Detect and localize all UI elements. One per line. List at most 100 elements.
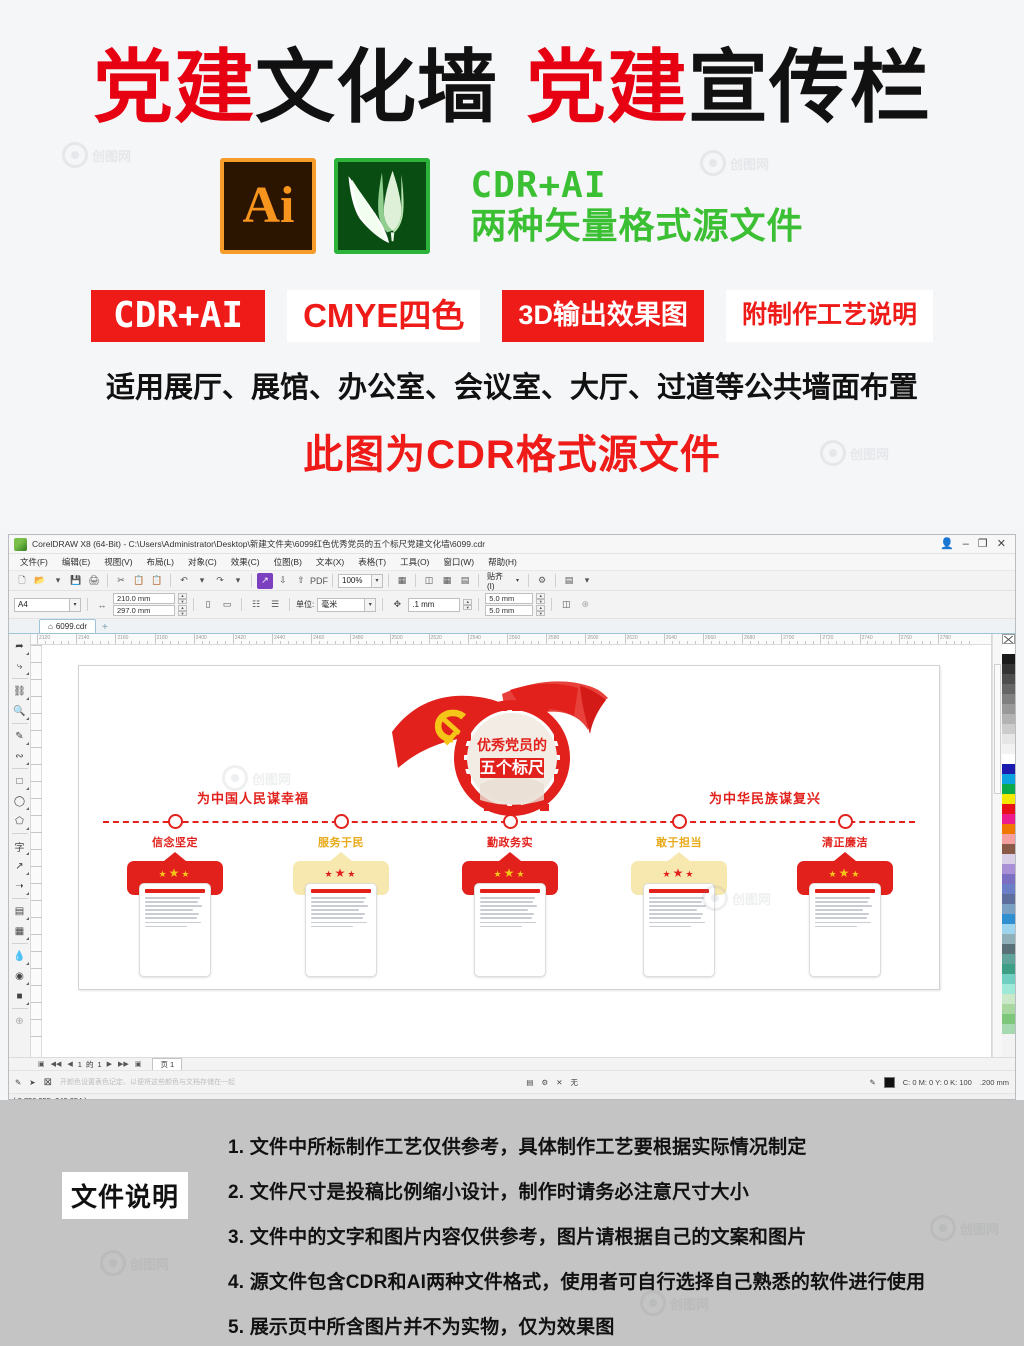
menu-tools[interactable]: 工具(O) bbox=[393, 554, 436, 570]
landscape-orientation-icon[interactable]: ▭ bbox=[219, 597, 235, 613]
minimize-button[interactable]: – bbox=[963, 538, 969, 550]
color-swatch[interactable] bbox=[1002, 754, 1015, 764]
zoom-tool-icon[interactable]: 🔍 bbox=[10, 701, 30, 721]
application-launcher-icon[interactable]: ▤ bbox=[561, 573, 577, 589]
horizontal-ruler[interactable]: 2120 2140 2160 2180 2400 2420 2440 2460 2480 2500… bbox=[31, 634, 991, 645]
connector-tool-icon[interactable]: ➝ bbox=[10, 876, 30, 896]
new-icon[interactable]: 🗋 bbox=[14, 573, 30, 589]
polygon-tool-icon[interactable]: ⬠ bbox=[10, 811, 30, 831]
chevron-down-icon[interactable]: ▾ bbox=[194, 573, 210, 589]
menu-object[interactable]: 对象(C) bbox=[181, 554, 224, 570]
outline-pen-icon[interactable]: ✎ bbox=[15, 1078, 21, 1087]
paper-size-value[interactable]: A4 bbox=[14, 597, 70, 612]
current-page-icon[interactable]: ☰ bbox=[267, 597, 283, 613]
document-tab-row[interactable]: ⌂ 6099.cdr + bbox=[9, 619, 1015, 634]
smart-fill-tool-icon[interactable]: ■ bbox=[10, 986, 30, 1006]
color-swatch[interactable] bbox=[1002, 944, 1015, 954]
cut-icon[interactable]: ✂ bbox=[113, 573, 129, 589]
pillar-card[interactable]: 敢于担当 ★★★ bbox=[623, 834, 735, 977]
page-dimensions[interactable]: 210.0 mm 297.0 mm bbox=[113, 593, 175, 616]
color-swatch[interactable] bbox=[1002, 654, 1015, 664]
page-dim-spinners[interactable]: ▲ ▼ ▲ ▼ bbox=[178, 593, 187, 616]
toolbox[interactable]: ➦ ⤷ ⛓ 🔍 ✎ ∾ □ ◯ ⬠ 字 ↗ ➝ ▤ ▦ 💧 ◉ ■ ⊕ bbox=[9, 634, 31, 1057]
zoom-level-combo[interactable]: 100% ▾ bbox=[338, 573, 383, 588]
drop-shadow-tool-icon[interactable]: ▤ bbox=[10, 901, 30, 921]
menu-table[interactable]: 表格(T) bbox=[351, 554, 393, 570]
show-guides-icon[interactable]: ▤ bbox=[457, 573, 473, 589]
color-swatch[interactable] bbox=[1002, 934, 1015, 944]
interactive-fill-tool-icon[interactable]: ◉ bbox=[10, 966, 30, 986]
color-swatch[interactable] bbox=[1002, 704, 1015, 714]
chevron-down-icon[interactable]: ▾ bbox=[365, 597, 377, 612]
color-swatch[interactable] bbox=[1002, 814, 1015, 824]
document-page[interactable]: 优秀党员的 五个标尺 为中国人民谋幸福 为中华民族谋复兴 信念坚定 ★★★ 服务… bbox=[78, 665, 940, 990]
menu-layout[interactable]: 布局(L) bbox=[140, 554, 181, 570]
duplicate-y-spinner[interactable]: ▲ ▼ bbox=[536, 605, 546, 616]
color-swatch[interactable] bbox=[1002, 834, 1015, 844]
fill-icon[interactable]: ⚙ bbox=[542, 1078, 549, 1087]
redo-icon[interactable]: ↷ bbox=[212, 573, 228, 589]
page-width-spinner[interactable]: ▲ ▼ bbox=[178, 593, 187, 604]
color-swatch[interactable] bbox=[1002, 974, 1015, 984]
color-swatch[interactable] bbox=[1002, 784, 1015, 794]
color-swatch[interactable] bbox=[1002, 744, 1015, 754]
scrollbar-thumb[interactable] bbox=[994, 664, 1001, 794]
pick-tool-icon[interactable]: ➦ bbox=[10, 636, 30, 656]
property-bar[interactable]: A4 ▾ ↔ 210.0 mm 297.0 mm ▲ ▼ ▲ ▼ ▯ ▭ ☷ ☰ 单… bbox=[9, 591, 1015, 619]
fill-color-swatch[interactable] bbox=[883, 1076, 895, 1088]
dimension-tool-icon[interactable]: ↗ bbox=[10, 856, 30, 876]
standard-toolbar[interactable]: 🗋 📂 ▾ 💾 🖨 ✂ 📋 📋 ↶ ▾ ↷ ▾ ↗ ⇩ ⇧ PDF 100% ▾… bbox=[9, 571, 1015, 591]
color-swatch[interactable] bbox=[1002, 914, 1015, 924]
color-swatch[interactable] bbox=[1002, 794, 1015, 804]
menu-edit[interactable]: 编辑(E) bbox=[55, 554, 97, 570]
page-navigator[interactable]: ▣ ◀◀ ◀ 1 的 1 ▶ ▶▶ ▣ 页 1 bbox=[9, 1058, 1015, 1071]
rectangle-tool-icon[interactable]: □ bbox=[10, 771, 30, 791]
menu-bar[interactable]: 文件(F) 编辑(E) 视图(V) 布局(L) 对象(C) 效果(C) 位图(B… bbox=[9, 554, 1015, 571]
undo-icon[interactable]: ↶ bbox=[176, 573, 192, 589]
units-combo[interactable]: 毫米 ▾ bbox=[317, 597, 377, 612]
color-swatch[interactable] bbox=[1002, 804, 1015, 814]
menu-bitmaps[interactable]: 位图(B) bbox=[267, 554, 309, 570]
color-swatch[interactable] bbox=[1002, 714, 1015, 724]
artistic-media-tool-icon[interactable]: ∾ bbox=[10, 746, 30, 766]
color-palette[interactable] bbox=[1002, 634, 1015, 1057]
color-proof-icon[interactable]: ▤ bbox=[526, 1078, 533, 1087]
color-swatch[interactable] bbox=[1002, 964, 1015, 974]
snap-to-label[interactable]: 贴齐(I) bbox=[484, 572, 512, 591]
menu-view[interactable]: 视图(V) bbox=[97, 554, 139, 570]
color-swatch[interactable] bbox=[1002, 844, 1015, 854]
chevron-down-icon[interactable]: ▾ bbox=[70, 597, 81, 612]
chevron-down-icon[interactable]: ▾ bbox=[372, 573, 383, 588]
duplicate-distance[interactable]: 5.0 mm 5.0 mm bbox=[485, 593, 534, 616]
transparency-tool-icon[interactable]: ▦ bbox=[10, 921, 30, 941]
restore-button[interactable]: ❐ bbox=[978, 538, 988, 550]
close-button[interactable]: ✕ bbox=[997, 538, 1006, 550]
page-tab[interactable]: 页 1 bbox=[152, 1058, 183, 1070]
open-icon[interactable]: 📂 bbox=[32, 573, 48, 589]
color-swatch[interactable] bbox=[1002, 674, 1015, 684]
save-icon[interactable]: 💾 bbox=[68, 573, 84, 589]
outline-pen-small-icon[interactable]: ✎ bbox=[869, 1078, 875, 1087]
add-page-end-icon[interactable]: ▣ bbox=[134, 1060, 143, 1068]
color-eyedropper-tool-icon[interactable]: 💧 bbox=[10, 946, 30, 966]
no-fill-icon[interactable]: ⊠ bbox=[44, 1077, 52, 1088]
menu-help[interactable]: 帮助(H) bbox=[481, 554, 524, 570]
color-swatch[interactable] bbox=[1002, 854, 1015, 864]
new-tab-button[interactable]: + bbox=[102, 622, 108, 633]
color-swatch[interactable] bbox=[1002, 1004, 1015, 1014]
chevron-down-icon[interactable]: ▾ bbox=[230, 573, 246, 589]
all-pages-icon[interactable]: ☷ bbox=[248, 597, 264, 613]
quick-customize-icon[interactable]: ⊕ bbox=[10, 1011, 30, 1031]
show-grid-icon[interactable]: ▦ bbox=[439, 573, 455, 589]
paste-icon[interactable]: 📋 bbox=[149, 573, 165, 589]
page-borders-icon[interactable]: ◫ bbox=[558, 597, 574, 613]
document-tab[interactable]: ⌂ 6099.cdr bbox=[39, 619, 96, 633]
ellipse-tool-icon[interactable]: ◯ bbox=[10, 791, 30, 811]
publish-pdf-icon[interactable]: PDF bbox=[310, 573, 328, 589]
print-icon[interactable]: 🖨 bbox=[86, 573, 102, 589]
color-swatch[interactable] bbox=[1002, 894, 1015, 904]
color-swatch[interactable] bbox=[1002, 1024, 1015, 1034]
color-swatch[interactable] bbox=[1002, 994, 1015, 1004]
color-swatch[interactable] bbox=[1002, 644, 1015, 654]
shape-tool-icon[interactable]: ⤷ bbox=[10, 656, 30, 676]
